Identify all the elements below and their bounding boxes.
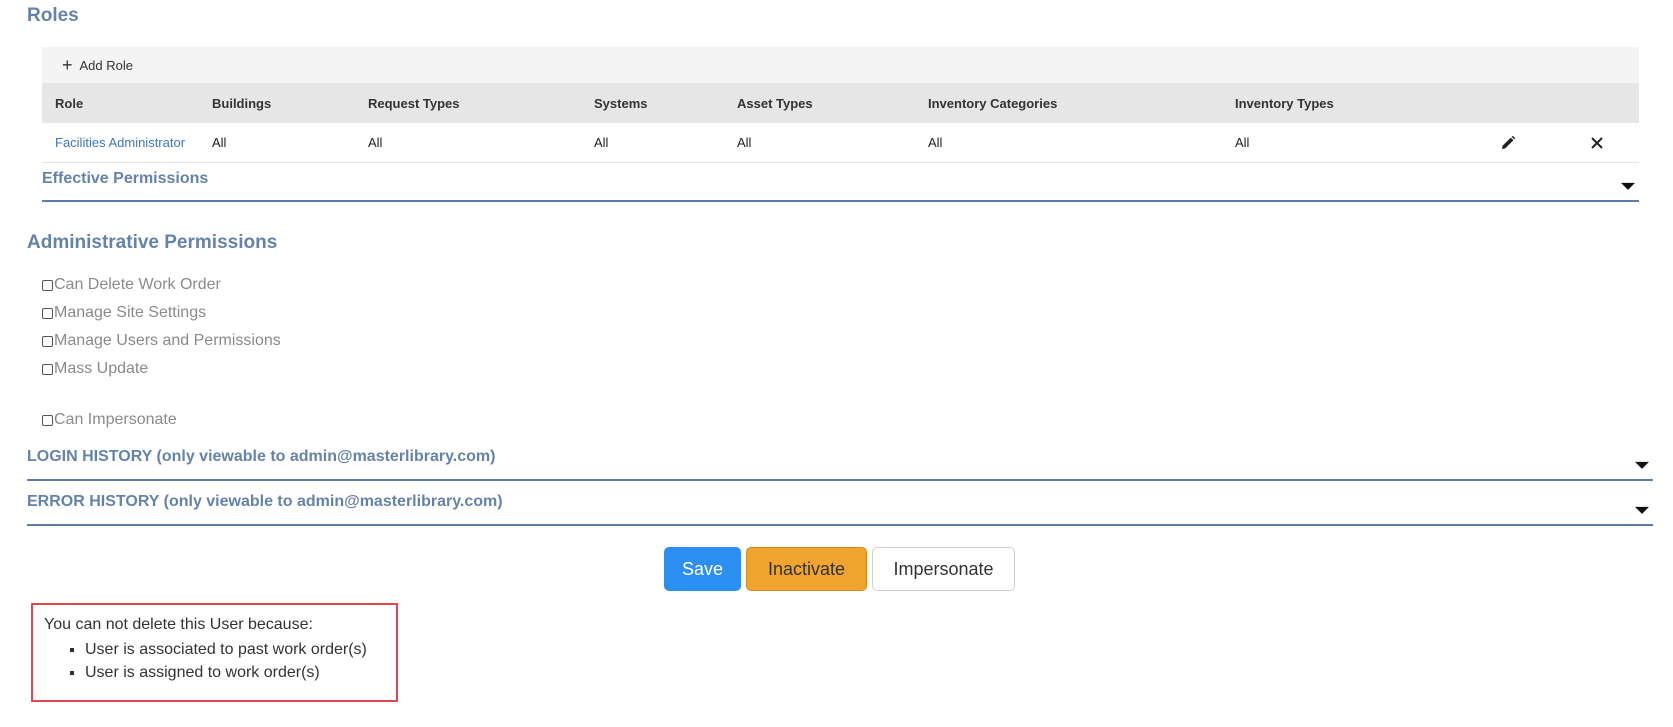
error-history-toggle[interactable]: ERROR HISTORY (only viewable to admin@ma… — [27, 493, 1653, 526]
pencil-icon[interactable] — [1500, 135, 1516, 151]
cell-inventory-categories: All — [915, 123, 1222, 163]
column-header-role: Role — [42, 83, 199, 123]
inactivate-button[interactable]: Inactivate — [746, 547, 867, 591]
can-impersonate-checkbox[interactable] — [42, 414, 53, 426]
administrative-permissions-title: Administrative Permissions — [27, 232, 278, 253]
roles-table-header: Role Buildings Request Types Systems Ass… — [42, 83, 1639, 123]
column-header-buildings: Buildings — [199, 83, 355, 123]
impersonate-button[interactable]: Impersonate — [872, 547, 1015, 591]
roles-section-title: Roles — [27, 5, 79, 26]
roles-table: Role Buildings Request Types Systems Ass… — [42, 83, 1639, 163]
column-header-delete — [1541, 83, 1639, 123]
role-name-link[interactable]: Facilities Administrator — [42, 123, 199, 163]
cell-systems: All — [581, 123, 724, 163]
permission-label: Mass Update — [54, 360, 149, 377]
mass-update-checkbox[interactable] — [42, 363, 53, 375]
column-header-request-types: Request Types — [355, 83, 581, 123]
cell-inventory-types: All — [1222, 123, 1462, 163]
close-icon[interactable] — [1589, 135, 1605, 151]
permission-label: Manage Users and Permissions — [54, 332, 281, 349]
roles-panel: + Add Role Role Buildings Request Types … — [42, 47, 1639, 163]
delete-role-cell — [1541, 123, 1639, 163]
permission-manage-users: Manage Users and Permissions — [42, 327, 281, 355]
table-row: Facilities Administrator All All All All… — [42, 123, 1639, 163]
caret-down-icon — [1635, 461, 1649, 469]
column-header-asset-types: Asset Types — [724, 83, 915, 123]
impersonate-permission: Can Impersonate — [42, 406, 177, 434]
list-item: User is assigned to work order(s) — [85, 661, 396, 684]
column-header-inventory-categories: Inventory Categories — [915, 83, 1222, 123]
can-delete-work-order-checkbox[interactable] — [42, 279, 53, 291]
delete-warning-intro: You can not delete this User because: — [44, 616, 313, 633]
error-history-label: ERROR HISTORY (only viewable to admin@ma… — [27, 493, 503, 510]
column-header-edit — [1462, 83, 1541, 123]
permission-label: Can Impersonate — [54, 411, 177, 428]
admin-permissions-list: Can Delete Work Order Manage Site Settin… — [42, 271, 281, 383]
permission-can-impersonate: Can Impersonate — [42, 406, 177, 434]
manage-users-checkbox[interactable] — [42, 335, 53, 347]
list-item: User is associated to past work order(s) — [85, 638, 396, 661]
add-role-label: Add Role — [79, 57, 133, 73]
delete-warning-box: You can not delete this User because: Us… — [31, 603, 398, 702]
column-header-inventory-types: Inventory Types — [1222, 83, 1462, 123]
permission-mass-update: Mass Update — [42, 355, 281, 383]
edit-role-cell — [1462, 123, 1541, 163]
cell-request-types: All — [355, 123, 581, 163]
permission-can-delete-work-order: Can Delete Work Order — [42, 271, 281, 299]
login-history-label: LOGIN HISTORY (only viewable to admin@ma… — [27, 448, 496, 465]
cell-asset-types: All — [724, 123, 915, 163]
save-button[interactable]: Save — [664, 547, 741, 591]
caret-down-icon — [1635, 506, 1649, 514]
delete-warning-reasons: User is associated to past work order(s)… — [44, 638, 396, 684]
roles-toolbar: + Add Role — [42, 47, 1639, 83]
permission-label: Manage Site Settings — [54, 304, 207, 321]
cell-buildings: All — [199, 123, 355, 163]
action-buttons: Save Inactivate Impersonate — [664, 547, 1015, 591]
effective-permissions-label: Effective Permissions — [42, 170, 209, 187]
effective-permissions-toggle[interactable]: Effective Permissions — [42, 170, 1639, 202]
manage-site-settings-checkbox[interactable] — [42, 307, 53, 319]
add-role-button[interactable]: + Add Role — [62, 56, 133, 74]
login-history-toggle[interactable]: LOGIN HISTORY (only viewable to admin@ma… — [27, 448, 1653, 481]
plus-icon: + — [62, 55, 73, 75]
permission-manage-site-settings: Manage Site Settings — [42, 299, 281, 327]
caret-down-icon — [1621, 182, 1635, 190]
column-header-systems: Systems — [581, 83, 724, 123]
permission-label: Can Delete Work Order — [54, 276, 221, 293]
